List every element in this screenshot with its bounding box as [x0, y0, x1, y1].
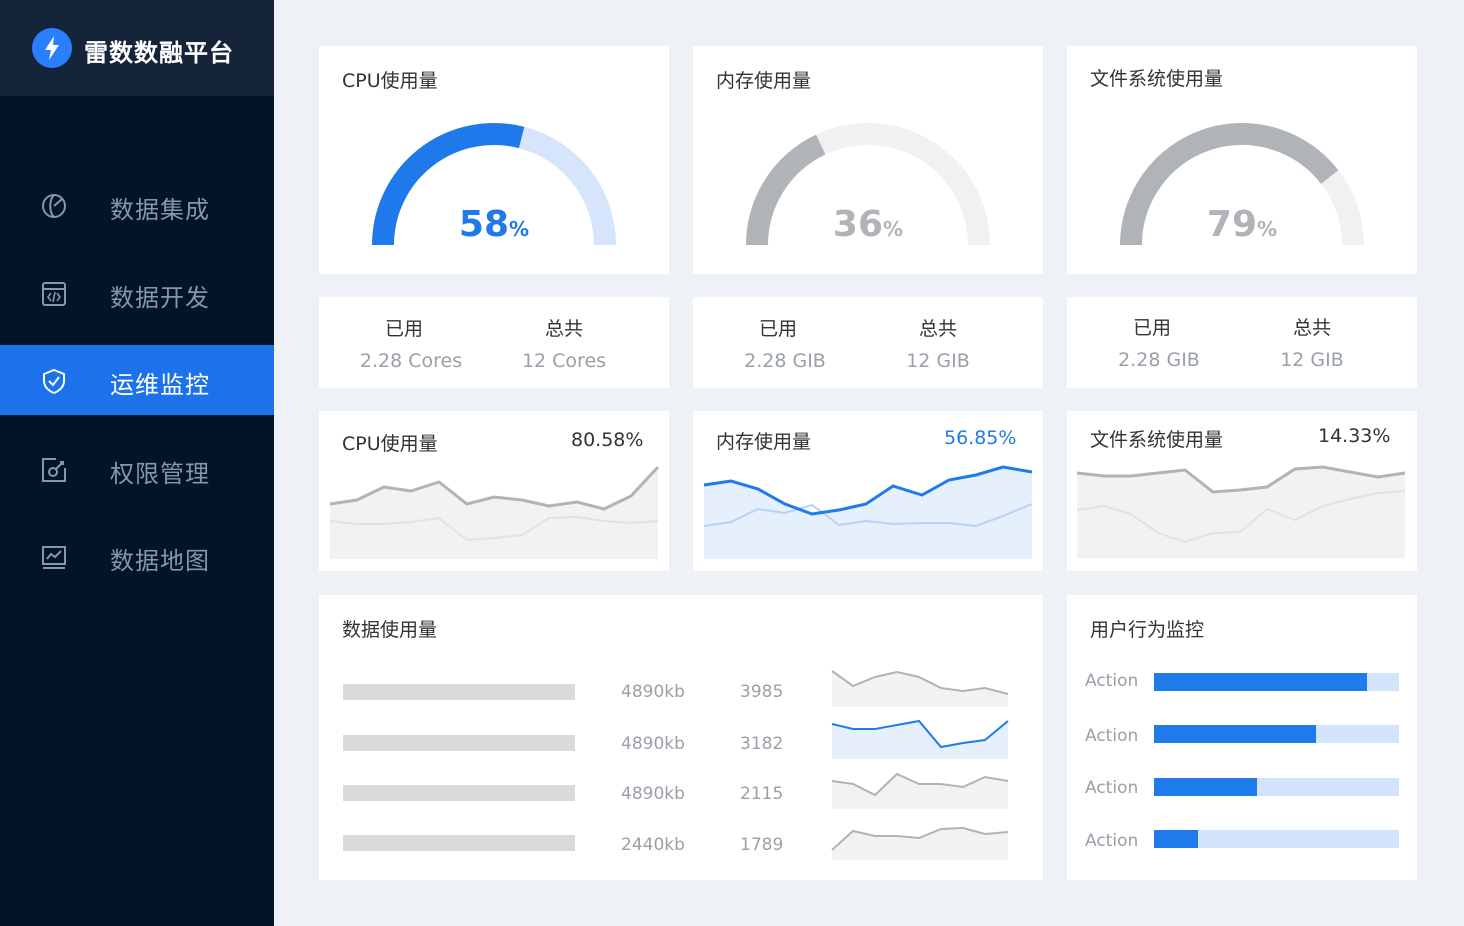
sidebar-item-data-integration[interactable]: 数据集成	[0, 170, 274, 240]
usage-bar	[343, 684, 575, 700]
used-label: 已用	[384, 318, 423, 340]
used-value: 2.28 Cores	[359, 350, 463, 372]
cpu-trend-card: CPU使用量 80.58%	[319, 411, 669, 571]
shield-check-icon	[43, 368, 65, 395]
sidebar-item-label: 运维监控	[110, 371, 210, 399]
usage-size: 2440kb	[621, 835, 685, 855]
action-progress	[1154, 673, 1399, 691]
filesystem-trend-chart	[1076, 465, 1406, 558]
cpu-gauge-card: CPU使用量 58%	[319, 46, 669, 274]
memory-trend-card: 内存使用量 56.85%	[693, 411, 1043, 571]
sidebar-item-data-development[interactable]: 数据开发	[0, 258, 274, 328]
sidebar-item-permissions[interactable]: 权限管理	[0, 434, 274, 504]
permission-icon	[42, 458, 66, 482]
usage-size: 4890kb	[621, 784, 685, 804]
app-title: 雷数数融平台	[84, 39, 234, 67]
filesystem-stats-card: 已用 2.28 GIB 总共 12 GIB	[1067, 297, 1417, 388]
filesystem-gauge-card: 文件系统使用量 79%	[1067, 46, 1417, 274]
action-progress-fill	[1154, 725, 1316, 743]
usage-bar	[343, 735, 575, 751]
memory-trend-chart	[703, 465, 1033, 559]
brand-header: 雷数数融平台	[0, 0, 274, 96]
row-sparkline	[831, 670, 1009, 707]
sidebar-item-label: 数据集成	[110, 196, 210, 224]
usage-count: 3182	[740, 734, 784, 754]
card-title: 用户行为监控	[1090, 619, 1205, 641]
usage-bar	[343, 835, 575, 851]
used-value: 2.28 GIB	[1118, 349, 1200, 371]
total-label: 总共	[1292, 317, 1331, 339]
sidebar-item-data-map[interactable]: 数据地图	[0, 521, 274, 591]
used-label: 已用	[758, 318, 797, 340]
used-value: 2.28 GIB	[744, 350, 826, 372]
sidebar-item-label: 数据开发	[110, 284, 210, 312]
sidebar-item-ops-monitoring[interactable]: 运维监控	[0, 345, 274, 415]
sidebar-item-label: 权限管理	[110, 460, 210, 488]
action-label: Action	[1085, 778, 1139, 798]
card-title: 数据使用量	[342, 619, 438, 641]
row-sparkline	[831, 772, 1009, 809]
sidebar: 雷数数融平台 数据集成 数据开发 运维监控 权限管理 数据地图	[0, 0, 274, 926]
lightning-logo-icon	[32, 28, 72, 68]
user-behavior-card: 用户行为监控 Action Action Action Action	[1067, 595, 1417, 880]
action-label: Action	[1085, 726, 1139, 746]
used-label: 已用	[1132, 317, 1171, 339]
memory-gauge-card: 内存使用量 36%	[693, 46, 1043, 274]
total-value: 12 Cores	[521, 350, 607, 372]
total-value: 12 GIB	[906, 350, 970, 372]
sidebar-item-label: 数据地图	[110, 547, 210, 575]
usage-size: 4890kb	[621, 734, 685, 754]
integration-icon	[42, 194, 66, 218]
usage-count: 2115	[740, 784, 784, 804]
data-usage-card: 数据使用量 4890kb 3985 4890kb 3182 4890kb 211…	[319, 595, 1043, 880]
gauge-value: 58%	[458, 204, 530, 245]
action-progress-fill	[1154, 778, 1257, 796]
row-sparkline	[831, 826, 1009, 860]
usage-count: 1789	[740, 835, 784, 855]
action-progress	[1154, 830, 1399, 848]
row-sparkline	[831, 719, 1009, 759]
total-label: 总共	[544, 318, 583, 340]
cpu-trend-chart	[329, 465, 660, 559]
usage-count: 3985	[740, 682, 784, 702]
memory-stats-card: 已用 2.28 GIB 总共 12 GIB	[693, 297, 1043, 388]
usage-bar	[343, 785, 575, 801]
total-label: 总共	[918, 318, 957, 340]
action-progress-fill	[1154, 830, 1199, 848]
filesystem-trend-card: 文件系统使用量 14.33%	[1067, 411, 1417, 571]
usage-size: 4890kb	[621, 682, 685, 702]
gauge-value: 36%	[832, 204, 904, 245]
action-label: Action	[1085, 671, 1139, 691]
action-label: Action	[1085, 831, 1139, 851]
gauge-value: 79%	[1206, 204, 1278, 245]
cpu-stats-card: 已用 2.28 Cores 总共 12 Cores	[319, 297, 669, 388]
total-value: 12 GIB	[1280, 349, 1344, 371]
action-progress	[1154, 778, 1399, 796]
action-progress-fill	[1154, 673, 1368, 691]
chart-monitor-icon	[42, 546, 66, 569]
action-progress	[1154, 725, 1399, 743]
code-window-icon	[42, 282, 66, 306]
